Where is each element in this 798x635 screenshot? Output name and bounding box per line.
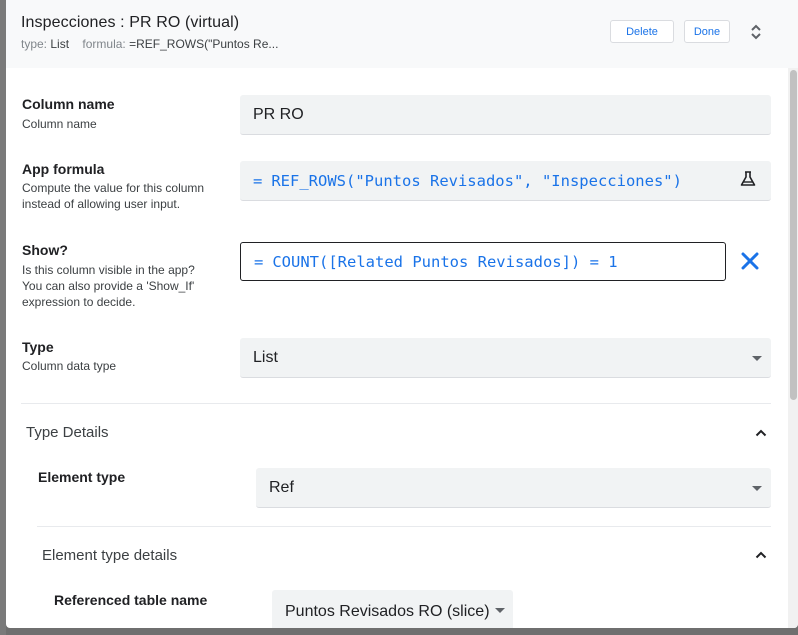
type-label: Type bbox=[22, 339, 54, 355]
element-type-details-heading: Element type details bbox=[42, 547, 178, 564]
type-description: Column data type bbox=[22, 359, 117, 373]
element-type-value: Ref bbox=[269, 478, 294, 496]
column-meta: type: List formula: =REF_ROWS("Puntos Re… bbox=[21, 37, 278, 51]
show-description-line: expression to decide. bbox=[22, 295, 136, 309]
show-description-line: Is this column visible in the app? bbox=[22, 263, 195, 277]
type-details-heading: Type Details bbox=[26, 424, 109, 441]
app-formula-description-line: instead of allowing user input. bbox=[22, 197, 181, 211]
app-formula-value: REF_ROWS("Puntos Revisados", "Inspeccion… bbox=[271, 171, 682, 190]
arrow-drop-down-icon bbox=[752, 356, 762, 361]
app-formula-field[interactable]: = REF_ROWS("Puntos Revisados", "Inspecci… bbox=[240, 161, 771, 201]
referenced-table-value: Puntos Revisados RO (slice) bbox=[285, 603, 490, 620]
column-editor-dialog: Inspecciones : PR RO (virtual) type: Lis… bbox=[6, 0, 798, 628]
divider bbox=[37, 526, 771, 527]
chevron-up-icon[interactable] bbox=[753, 425, 769, 441]
show-if-value: COUNT([Related Puntos Revisados]) = 1 bbox=[272, 252, 618, 271]
delete-button[interactable]: Delete bbox=[610, 20, 674, 43]
type-select-value: List bbox=[253, 348, 278, 366]
column-name-label: Column name bbox=[22, 96, 115, 112]
type-meta-value: List bbox=[50, 37, 70, 51]
flask-icon[interactable] bbox=[739, 170, 757, 188]
element-type-label: Element type bbox=[38, 469, 126, 485]
type-select[interactable]: List bbox=[240, 338, 771, 378]
divider bbox=[21, 403, 771, 404]
element-type-select[interactable]: Ref bbox=[256, 468, 771, 508]
referenced-table-label: Referenced table name bbox=[54, 592, 208, 608]
dialog-title: Inspecciones : PR RO (virtual) bbox=[21, 14, 240, 31]
formula-meta-label: formula: bbox=[82, 37, 126, 51]
column-name-description: Column name bbox=[22, 117, 97, 131]
formula-equals-sign: = bbox=[253, 171, 263, 190]
close-icon[interactable] bbox=[740, 251, 760, 271]
arrow-drop-down-icon bbox=[752, 486, 762, 491]
formula-meta-value: =REF_ROWS("Puntos Re... bbox=[129, 37, 279, 51]
scrollbar-thumb[interactable] bbox=[790, 70, 797, 400]
show-description: Is this column visible in the app? You c… bbox=[22, 262, 222, 310]
dialog-header: Inspecciones : PR RO (virtual) type: Lis… bbox=[6, 0, 798, 68]
referenced-table-select[interactable]: Puntos Revisados RO (slice) bbox=[272, 590, 513, 628]
show-equals-sign: = bbox=[254, 252, 264, 271]
chevron-up-icon[interactable] bbox=[753, 547, 769, 563]
app-formula-label: App formula bbox=[22, 161, 105, 177]
arrow-drop-down-icon bbox=[495, 608, 505, 613]
type-meta-label: type: bbox=[21, 37, 48, 51]
done-button[interactable]: Done bbox=[684, 20, 730, 43]
column-name-field[interactable]: PR RO bbox=[240, 95, 771, 135]
column-name-value: PR RO bbox=[253, 105, 304, 123]
unfold-more-icon[interactable] bbox=[746, 22, 766, 42]
show-description-line: You can also provide a 'Show_If' bbox=[22, 279, 195, 293]
show-label: Show? bbox=[22, 242, 68, 258]
show-if-field[interactable]: = COUNT([Related Puntos Revisados]) = 1 bbox=[240, 242, 726, 281]
app-formula-description: Compute the value for this column instea… bbox=[22, 180, 222, 212]
app-formula-description-line: Compute the value for this column bbox=[22, 181, 205, 195]
